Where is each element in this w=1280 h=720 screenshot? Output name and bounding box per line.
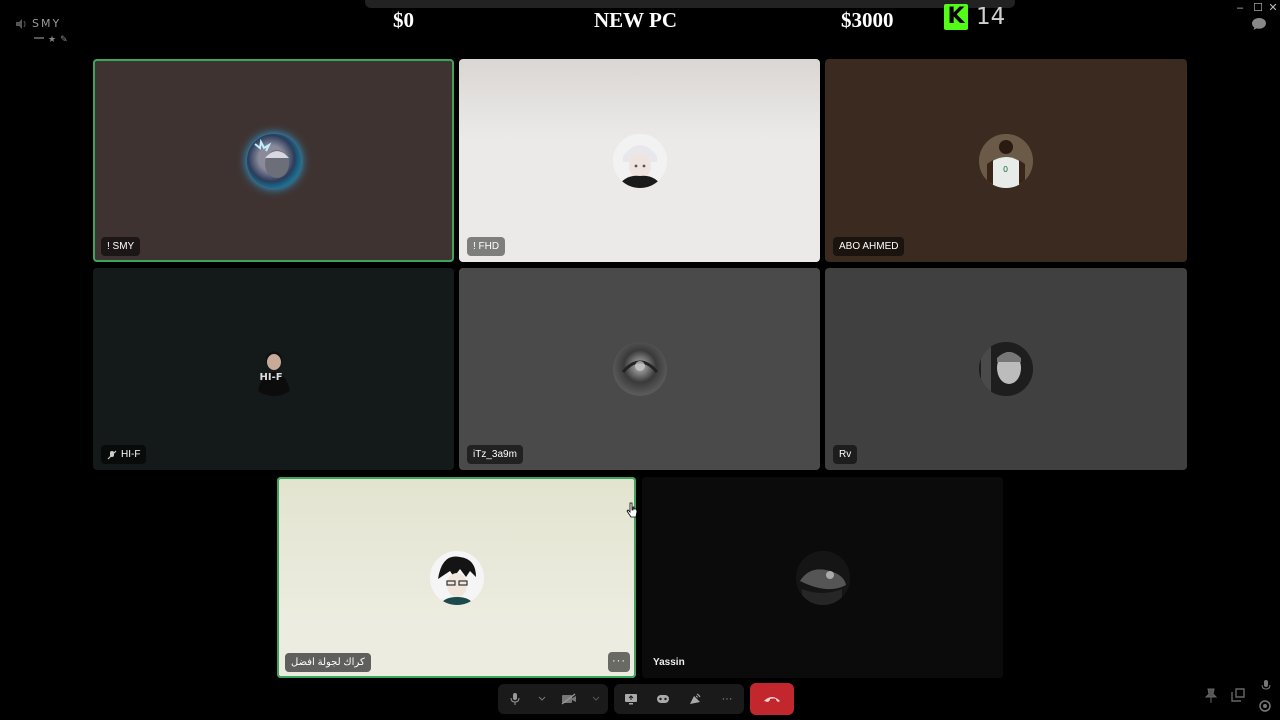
avatar: [429, 550, 484, 605]
channel-user-name: SMY: [32, 17, 62, 30]
popout-icon[interactable]: [1230, 688, 1246, 702]
participant-tile[interactable]: HI-F HI-F: [93, 268, 454, 470]
avatar: [795, 550, 850, 605]
participant-name-label: ! SMY: [101, 237, 141, 256]
participant-tile[interactable]: iTz_3a9m: [459, 268, 820, 470]
hang-up-button[interactable]: [750, 683, 794, 715]
participant-name-label: HI-F: [101, 445, 147, 464]
status-icon: [34, 37, 44, 39]
more-icon[interactable]: ···: [718, 690, 736, 708]
avatar: [246, 133, 301, 188]
avatar-art: [246, 342, 301, 396]
maximize-button[interactable]: ☐: [1251, 2, 1265, 14]
participant-name-label: ABO AHMED: [833, 237, 905, 256]
minimize-button[interactable]: –: [1233, 2, 1247, 14]
speaker-icon: [16, 18, 26, 29]
pin-icon[interactable]: [1204, 688, 1218, 704]
camera-off-icon[interactable]: [560, 690, 578, 708]
viewer-count: 14: [976, 4, 1006, 30]
avatar-art: [795, 550, 850, 605]
avatar: 0: [979, 133, 1033, 188]
participant-name-label: Yassin: [653, 657, 685, 668]
microphone-icon[interactable]: [506, 690, 524, 708]
avatar-art: [429, 550, 484, 605]
chevron-down-icon[interactable]: [538, 690, 546, 708]
banner-title: NEW PC: [594, 8, 678, 32]
star-icon[interactable]: ★: [48, 34, 56, 45]
call-window: – ☐ ✕ SMY ★ ✎ $0 NEW PC $3000 K 14 ! SMY…: [0, 0, 1280, 720]
soundboard-icon[interactable]: [686, 690, 704, 708]
call-controls: ···: [498, 682, 794, 716]
voice-channel-header: SMY ★ ✎: [16, 17, 68, 45]
chat-icon[interactable]: [1251, 17, 1267, 31]
audio-video-group: [498, 684, 608, 714]
participant-tile[interactable]: ! FHD: [459, 59, 820, 262]
mic-mini-icon[interactable]: [1260, 680, 1272, 692]
participant-name-label: iTz_3a9m: [467, 445, 523, 464]
chevron-down-icon[interactable]: [592, 690, 600, 708]
avatar: [612, 342, 667, 396]
avatar-art: [979, 342, 1033, 396]
kick-logo-icon: K: [944, 4, 968, 30]
avatar: [612, 133, 667, 188]
participant-name-label: كراك لجولة افضل: [285, 653, 371, 672]
participant-tile[interactable]: Rv: [825, 268, 1187, 470]
mouse-cursor-icon: [626, 502, 638, 518]
avatar: [979, 342, 1033, 396]
hang-up-icon: [764, 697, 780, 702]
avatar-caption: HI-F: [259, 372, 283, 383]
settings-icon[interactable]: [1258, 699, 1272, 713]
close-button[interactable]: ✕: [1266, 2, 1280, 14]
avatar-art: 0: [979, 133, 1033, 188]
banner-right-amount: $3000: [841, 8, 894, 32]
participant-name-label: Rv: [833, 445, 858, 464]
avatar: HI-F: [246, 342, 301, 396]
avatar-art: [621, 360, 658, 374]
activity-icon[interactable]: [654, 690, 672, 708]
kick-viewer-badge: K 14: [944, 4, 1005, 30]
avatar-art: [612, 133, 667, 188]
participant-tile[interactable]: ! SMY: [93, 59, 454, 262]
participant-tile[interactable]: 0 ABO AHMED: [825, 59, 1187, 262]
participant-tile[interactable]: كراك لجولة افضل ···: [277, 477, 636, 678]
avatar-art: [253, 138, 289, 178]
edit-icon[interactable]: ✎: [60, 34, 68, 45]
activity-group: ···: [614, 684, 744, 714]
participant-name-label: ! FHD: [467, 237, 506, 256]
svg-text:0: 0: [1003, 165, 1008, 174]
stream-overlay-strip: [365, 0, 1015, 8]
deafened-icon: [107, 450, 117, 459]
banner-left-amount: $0: [393, 8, 414, 32]
more-options-button[interactable]: ···: [608, 652, 630, 672]
participant-tile[interactable]: Yassin: [642, 477, 1003, 678]
screen-share-icon[interactable]: [622, 690, 640, 708]
